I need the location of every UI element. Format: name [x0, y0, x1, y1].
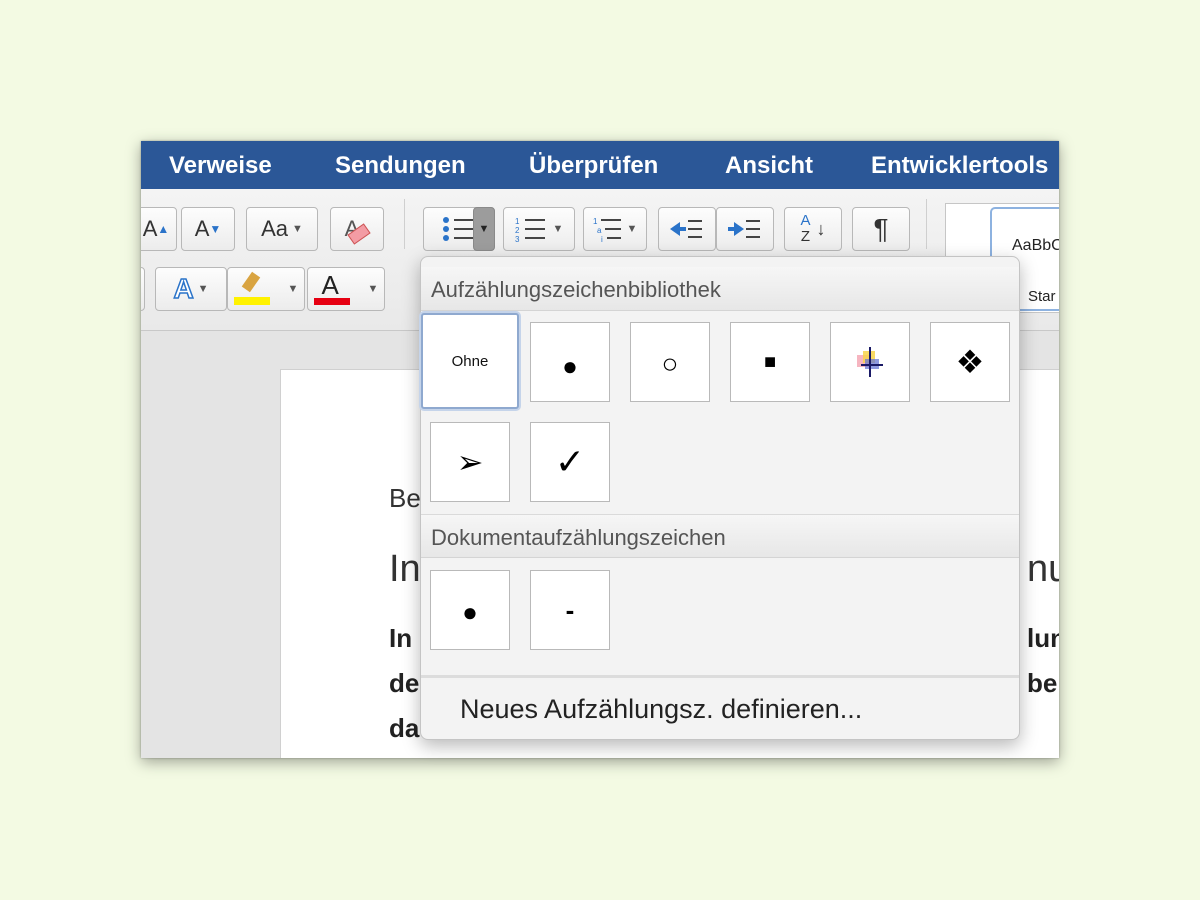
- change-case-button[interactable]: Aa ▼: [246, 207, 318, 251]
- tab-ansicht[interactable]: Ansicht: [725, 152, 813, 180]
- svg-text:a: a: [597, 226, 602, 235]
- sort-icon: A Z: [800, 213, 810, 245]
- shrink-font-label: A: [194, 216, 210, 241]
- caret-down-icon: ▼: [478, 223, 490, 235]
- svg-text:2: 2: [515, 226, 520, 235]
- caret-down-icon: ▼: [626, 223, 638, 235]
- checkmark-icon: ✓: [554, 441, 586, 482]
- arrow-down-icon: ↓: [816, 218, 826, 239]
- style-sample-text: AaBbC: [1012, 237, 1059, 254]
- decrease-indent-icon: [670, 220, 702, 238]
- caret-down-icon: ▼: [197, 283, 209, 295]
- pilcrow-icon: ¶: [873, 213, 889, 244]
- bullet-option-none[interactable]: Ohne: [421, 313, 519, 409]
- shrink-font-button[interactable]: A ▼: [181, 207, 235, 251]
- font-color-swatch: [313, 298, 350, 305]
- doc-bullet-option-filled-circle[interactable]: ●: [430, 570, 510, 650]
- sort-z-label: Z: [800, 228, 811, 245]
- text-effects-button[interactable]: A ▼: [155, 267, 227, 311]
- clear-formatting-button[interactable]: A: [330, 207, 384, 251]
- font-color-button[interactable]: A ▼: [307, 267, 385, 311]
- triangle-down-icon: ▼: [209, 222, 222, 236]
- tab-entwicklertools[interactable]: Entwicklertools: [871, 152, 1048, 180]
- doc-heading-left: In: [389, 548, 421, 590]
- increase-indent-icon: [728, 220, 760, 238]
- dash-icon: -: [565, 594, 575, 625]
- highlighter-icon: [233, 271, 270, 305]
- doc-bullet-option-dash[interactable]: -: [530, 570, 610, 650]
- bullet-option-picture[interactable]: [830, 322, 910, 402]
- doc-text-line: ber: [1027, 668, 1059, 698]
- bullets-icon: [443, 217, 474, 241]
- show-formatting-marks-button[interactable]: ¶: [852, 207, 910, 251]
- svg-text:1: 1: [515, 217, 520, 226]
- grow-font-label: A: [142, 216, 158, 241]
- doc-text-line: In: [389, 623, 413, 653]
- style-name-label: Star: [1028, 288, 1056, 305]
- toolbar-separator: [404, 199, 405, 249]
- svg-text:i: i: [601, 235, 603, 242]
- font-color-letter: A: [321, 270, 339, 300]
- multilevel-list-icon: 1 a i: [593, 217, 621, 242]
- color-picture-bullet-icon: [857, 347, 883, 377]
- highlight-swatch: [233, 297, 270, 305]
- bullet-option-filled-circle[interactable]: ●: [530, 322, 610, 402]
- tab-verweise[interactable]: Verweise: [169, 152, 272, 180]
- numbering-button[interactable]: 1 2 3 ▼: [503, 207, 575, 251]
- doc-text-line: da: [389, 713, 420, 743]
- tab-ueberpruefen[interactable]: Überprüfen: [529, 152, 658, 180]
- bullet-library-menu: Aufzählungszeichenbibliothek Ohne ● ○ ■ …: [420, 256, 1020, 740]
- text-effects-icon: A: [173, 272, 195, 305]
- sort-button[interactable]: A Z ↓: [784, 207, 842, 251]
- bullets-dropdown-arrow[interactable]: ▼: [473, 207, 495, 251]
- caret-down-icon: ▼: [287, 283, 299, 295]
- tab-sendungen[interactable]: Sendungen: [335, 152, 466, 180]
- bullet-none-label: Ohne: [451, 352, 489, 370]
- numbering-icon: 1 2 3: [515, 217, 545, 242]
- sort-a-label: A: [800, 212, 811, 229]
- bullet-option-hollow-circle[interactable]: ○: [630, 322, 710, 402]
- svg-text:1: 1: [593, 217, 598, 226]
- hollow-circle-icon: ○: [661, 348, 679, 379]
- doc-text-line: Be: [389, 483, 421, 513]
- doc-heading-right: nu: [1027, 548, 1059, 590]
- multilevel-list-button[interactable]: 1 a i ▼: [583, 207, 647, 251]
- filled-square-icon: ■: [763, 350, 777, 373]
- arrowhead-icon: ➢: [456, 444, 484, 480]
- filled-circle-icon: ●: [562, 350, 578, 381]
- ribbon-tab-bar: Verweise Sendungen Überprüfen Ansicht En…: [141, 141, 1059, 189]
- caret-down-icon: ▼: [367, 283, 379, 295]
- grow-font-button[interactable]: A ▲: [141, 207, 177, 251]
- highlight-color-button[interactable]: ▼: [227, 267, 305, 311]
- triangle-up-icon: ▲: [157, 222, 170, 236]
- bullet-option-arrowhead[interactable]: ➢: [430, 422, 510, 502]
- toolbar-partial-button[interactable]: [141, 267, 145, 311]
- bullet-option-checkmark[interactable]: ✓: [530, 422, 610, 502]
- change-case-icon: Aa: [261, 216, 289, 241]
- filled-circle-icon: ●: [462, 596, 478, 627]
- define-new-bullet-label: Neues Aufzählungsz. definieren...: [460, 694, 863, 724]
- doc-text-line: de: [389, 668, 420, 698]
- svg-text:3: 3: [515, 235, 520, 242]
- define-new-bullet-button[interactable]: Neues Aufzählungsz. definieren...: [421, 675, 1019, 741]
- bullet-option-diamonds[interactable]: ❖: [930, 322, 1010, 402]
- bullet-option-filled-square[interactable]: ■: [730, 322, 810, 402]
- highlighter-pen: [241, 271, 260, 293]
- caret-down-icon: ▼: [552, 223, 564, 235]
- bullet-library-title: Aufzählungszeichenbibliothek: [421, 267, 1019, 311]
- document-bullets-title: Dokumentaufzählungszeichen: [421, 514, 1019, 558]
- caret-down-icon: ▼: [292, 223, 303, 235]
- toolbar-separator: [926, 199, 927, 249]
- four-diamonds-icon: ❖: [955, 344, 985, 380]
- decrease-indent-button[interactable]: [658, 207, 716, 251]
- font-color-icon: A: [313, 270, 350, 306]
- increase-indent-button[interactable]: [716, 207, 774, 251]
- doc-text-line: lun: [1027, 623, 1059, 653]
